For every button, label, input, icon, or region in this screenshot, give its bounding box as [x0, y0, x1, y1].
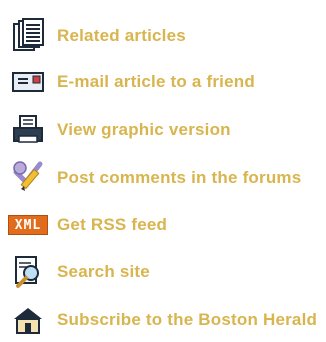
post-comments-link[interactable]: Post comments in the forums [0, 156, 326, 200]
view-graphic-link[interactable]: View graphic version [0, 108, 326, 152]
search-site-label[interactable]: Search site [57, 262, 150, 282]
rss-feed-link[interactable]: XML Get RSS feed [0, 203, 326, 247]
printer-icon [8, 112, 48, 148]
article-tools-panel: Related articles E-mail article to a fri… [0, 0, 326, 334]
envelope-icon [8, 64, 48, 100]
documents-icon [8, 18, 48, 54]
email-article-label[interactable]: E-mail article to a friend [57, 72, 255, 92]
subscribe-link[interactable]: Subscribe to the Boston Herald [0, 298, 326, 342]
view-graphic-label[interactable]: View graphic version [57, 120, 231, 140]
post-comments-label[interactable]: Post comments in the forums [57, 168, 301, 188]
house-icon [8, 302, 48, 338]
xml-badge: XML [8, 215, 48, 235]
search-page-icon [8, 254, 48, 290]
rss-feed-label[interactable]: Get RSS feed [57, 215, 167, 235]
xml-badge-icon: XML [8, 207, 48, 243]
subscribe-label[interactable]: Subscribe to the Boston Herald [57, 310, 317, 330]
comment-pencil-icon [8, 160, 48, 196]
search-site-link[interactable]: Search site [0, 250, 326, 294]
related-articles-link[interactable]: Related articles [0, 14, 326, 58]
email-article-link[interactable]: E-mail article to a friend [0, 60, 326, 104]
related-articles-label[interactable]: Related articles [57, 26, 186, 46]
